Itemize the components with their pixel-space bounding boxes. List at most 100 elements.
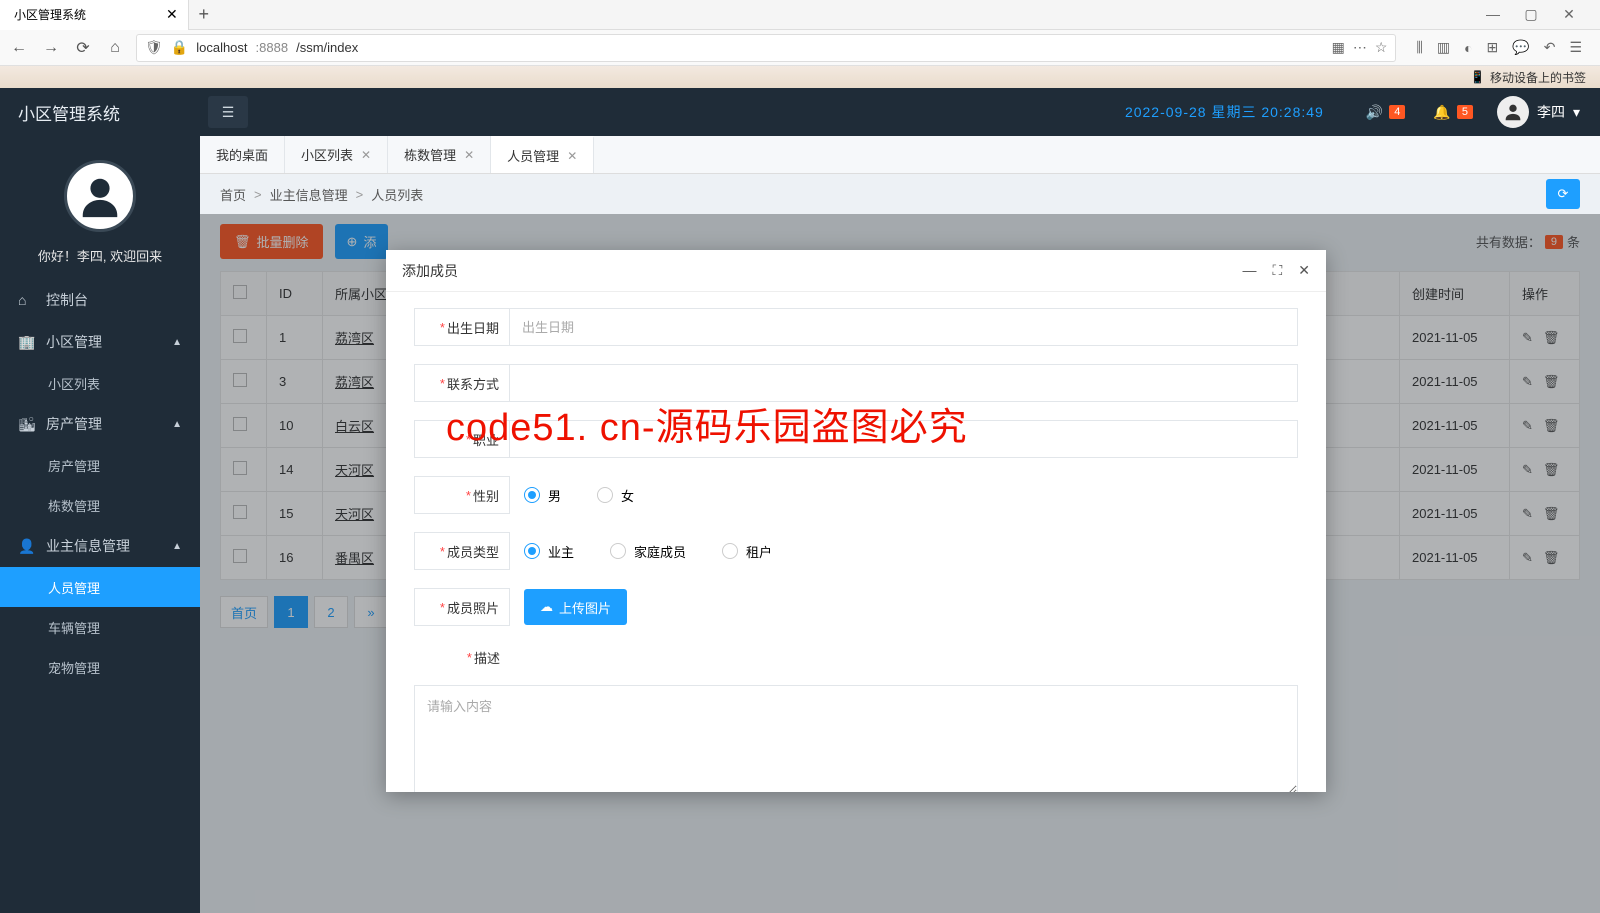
content-area: 🗑批量删除 ⊕添 共有数据： 9 条 ID 所属小区 创建时间 操作	[200, 214, 1600, 913]
menu-icon[interactable]: ☰	[1569, 39, 1582, 56]
building-icon: 🏢	[18, 334, 34, 351]
description-textarea[interactable]	[414, 685, 1298, 792]
sidebar-item-label: 业主信息管理	[46, 536, 130, 556]
sidebar-item-console[interactable]: ⌂ 控制台	[0, 279, 200, 321]
close-icon[interactable]: ✕	[361, 148, 371, 162]
tab-community-list[interactable]: 小区列表✕	[285, 136, 388, 173]
person-icon: 👤	[18, 538, 34, 555]
back-icon[interactable]: ←	[8, 37, 30, 59]
breadcrumb-owner[interactable]: 业主信息管理	[270, 185, 348, 204]
refresh-button[interactable]: ⟳	[1546, 179, 1580, 209]
breadcrumb-person-list: 人员列表	[371, 185, 423, 204]
username: 李四	[1537, 102, 1565, 122]
star-icon[interactable]: ☆	[1375, 39, 1388, 56]
sidebar-item-community-mgmt[interactable]: 🏢 小区管理 ▲	[0, 321, 200, 363]
sidebar: 你好！李四, 欢迎回来 ⌂ 控制台 🏢 小区管理 ▲ 小区列表 🏙 房产管理 ▲…	[0, 136, 200, 913]
sidebar-sub-property[interactable]: 房产管理	[0, 445, 200, 485]
maximize-icon[interactable]: ⛶	[1272, 262, 1282, 279]
lock-icon: 🔒	[171, 39, 188, 56]
upload-photo-button[interactable]: ☁上传图片	[524, 589, 627, 625]
content-tabs: 我的桌面 小区列表✕ 栋数管理✕ 人员管理✕	[200, 136, 1600, 174]
app-topbar: 小区管理系统 ☰ 2022-09-28 星期三 20:28:49 🔊 4 🔔 5…	[0, 88, 1600, 136]
library-icon[interactable]: ⫼	[1416, 39, 1422, 56]
form-row-photo: *成员照片 ☁上传图片	[414, 588, 1298, 626]
dialog-body: *出生日期 *联系方式 *职业 *性别 男	[386, 292, 1326, 792]
minimize-icon[interactable]: ―	[1480, 6, 1506, 23]
sidebar-sub-pet[interactable]: 宠物管理	[0, 647, 200, 687]
close-icon[interactable]: ✕	[567, 149, 577, 163]
sidebar-item-label: 房产管理	[46, 414, 102, 434]
window-controls: ― ▢ ✕	[1480, 6, 1600, 23]
url-path: /ssm/index	[296, 40, 358, 55]
qr-icon[interactable]: ▦	[1332, 39, 1345, 56]
sidebar-item-owner-mgmt[interactable]: 👤 业主信息管理 ▲	[0, 525, 200, 567]
label-member-type: *成员类型	[414, 532, 510, 570]
undo-icon[interactable]: ↶	[1544, 39, 1556, 56]
forward-icon[interactable]: →	[40, 37, 62, 59]
breadcrumb-home[interactable]: 首页	[220, 185, 246, 204]
sidebar-sub-person[interactable]: 人员管理	[0, 567, 200, 607]
close-icon[interactable]: ✕	[464, 148, 474, 162]
sidebar-item-property-mgmt[interactable]: 🏙 房产管理 ▲	[0, 403, 200, 445]
sync-icon[interactable]: ◐	[1464, 40, 1472, 56]
form-row-occupation: *职业	[414, 420, 1298, 458]
close-icon[interactable]: ✕	[1298, 262, 1310, 279]
browser-toolbar: ← → ⟳ ⌂ 🛡 🔒 localhost:8888/ssm/index ▦ ⋯…	[0, 30, 1600, 66]
bookmark-label[interactable]: 移动设备上的书签	[1490, 69, 1586, 86]
bookmark-bar: 📱 移动设备上的书签	[0, 66, 1600, 88]
radio-female[interactable]: 女	[597, 486, 634, 505]
occupation-input[interactable]	[510, 420, 1298, 458]
label-desc: *描述	[414, 644, 510, 667]
sound-button[interactable]: 🔊 4	[1352, 104, 1420, 121]
avatar	[1497, 96, 1529, 128]
sidebar-sub-building[interactable]: 栋数管理	[0, 485, 200, 525]
maximize-icon[interactable]: ▢	[1518, 6, 1544, 23]
radio-tenant[interactable]: 租户	[722, 542, 772, 561]
chevron-up-icon: ▲	[172, 419, 182, 430]
close-icon[interactable]: ✕	[166, 6, 178, 23]
add-member-dialog: 添加成员 — ⛶ ✕ *出生日期 *联系方式	[386, 250, 1326, 792]
chat-icon[interactable]: 💬	[1512, 39, 1529, 56]
tab-desktop[interactable]: 我的桌面	[200, 136, 285, 173]
tab-building-mgmt[interactable]: 栋数管理✕	[388, 136, 491, 173]
minimize-icon[interactable]: —	[1242, 262, 1256, 279]
browser-tab[interactable]: 小区管理系统 ✕	[0, 0, 189, 30]
city-icon: 🏙	[18, 416, 34, 433]
radio-male[interactable]: 男	[524, 486, 561, 505]
sidebar-item-label: 小区管理	[46, 332, 102, 352]
toolbar-right: ⫼ ▥ ◐ ⊞ 💬 ↶ ☰	[1406, 39, 1592, 56]
reload-icon[interactable]: ⟳	[72, 37, 94, 59]
form-row-contact: *联系方式	[414, 364, 1298, 402]
chevron-up-icon: ▲	[172, 541, 182, 552]
notification-button[interactable]: 🔔 5	[1419, 104, 1487, 121]
form-row-birth: *出生日期	[414, 308, 1298, 346]
main-area: 我的桌面 小区列表✕ 栋数管理✕ 人员管理✕ 首页 > 业主信息管理 > 人员列…	[200, 136, 1600, 913]
url-bar[interactable]: 🛡 🔒 localhost:8888/ssm/index ▦ ⋯ ☆	[136, 34, 1396, 62]
contact-input[interactable]	[510, 364, 1298, 402]
sidebar-sub-community-list[interactable]: 小区列表	[0, 363, 200, 403]
sound-icon: 🔊	[1366, 104, 1383, 121]
caret-down-icon: ▾	[1573, 104, 1580, 121]
user-dropdown[interactable]: 李四 ▾	[1487, 96, 1600, 128]
sidebar-icon[interactable]: ▥	[1437, 39, 1450, 56]
chevron-up-icon: ▲	[172, 337, 182, 348]
url-host: localhost	[196, 40, 247, 55]
brand-title: 小区管理系统	[0, 100, 200, 125]
mobile-icon: 📱	[1470, 70, 1485, 84]
label-occupation: *职业	[414, 420, 510, 458]
radio-owner[interactable]: 业主	[524, 542, 574, 561]
form-row-member-type: *成员类型 业主 家庭成员 租户	[414, 532, 1298, 570]
label-gender: *性别	[414, 476, 510, 514]
extension-icon[interactable]: ⊞	[1487, 39, 1499, 56]
radio-family[interactable]: 家庭成员	[610, 542, 686, 561]
menu-toggle-button[interactable]: ☰	[208, 96, 248, 128]
close-window-icon[interactable]: ✕	[1556, 6, 1582, 23]
tab-person-mgmt[interactable]: 人员管理✕	[491, 136, 594, 173]
bell-icon: 🔔	[1433, 104, 1450, 121]
new-tab-button[interactable]: +	[189, 4, 219, 25]
birth-date-input[interactable]	[510, 308, 1298, 346]
home-icon[interactable]: ⌂	[104, 37, 126, 59]
sidebar-sub-vehicle[interactable]: 车辆管理	[0, 607, 200, 647]
sidebar-item-label: 控制台	[46, 290, 88, 310]
more-icon[interactable]: ⋯	[1353, 39, 1367, 56]
